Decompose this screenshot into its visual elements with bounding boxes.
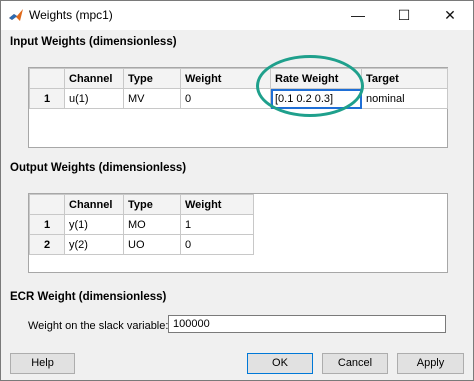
corner-cell bbox=[29, 68, 65, 89]
type-cell: MO bbox=[123, 214, 181, 235]
channel-cell: u(1) bbox=[64, 88, 124, 109]
target-cell[interactable]: nominal bbox=[361, 88, 448, 109]
column-header-weight[interactable]: Weight bbox=[180, 68, 271, 89]
maximize-icon[interactable]: ☐ bbox=[381, 1, 427, 30]
input-weights-title: Input Weights (dimensionless) bbox=[10, 36, 177, 48]
weight-cell[interactable]: 1 bbox=[180, 214, 254, 235]
row-header: 1 bbox=[29, 88, 65, 109]
weight-cell[interactable]: 0 bbox=[180, 88, 271, 109]
help-button[interactable]: Help bbox=[10, 353, 75, 374]
title-bar: Weights (mpc1) — ☐ ✕ bbox=[1, 1, 473, 30]
column-header-target[interactable]: Target bbox=[361, 68, 448, 89]
close-icon[interactable]: ✕ bbox=[427, 1, 473, 30]
corner-cell bbox=[29, 194, 65, 215]
table-row: 1 y(1) MO 1 bbox=[29, 214, 254, 235]
matlab-icon bbox=[9, 9, 23, 21]
input-weights-table: Channel Type Weight Rate Weight Target 1… bbox=[28, 67, 448, 148]
column-header-channel[interactable]: Channel bbox=[64, 68, 124, 89]
window-title: Weights (mpc1) bbox=[29, 8, 113, 22]
row-header: 1 bbox=[29, 214, 65, 235]
slack-weight-input[interactable] bbox=[168, 315, 446, 333]
ecr-weight-title: ECR Weight (dimensionless) bbox=[10, 291, 167, 303]
apply-button[interactable]: Apply bbox=[397, 353, 464, 374]
column-header-weight[interactable]: Weight bbox=[180, 194, 254, 215]
minimize-icon[interactable]: — bbox=[335, 1, 381, 30]
column-header-type[interactable]: Type bbox=[123, 68, 181, 89]
rate-weight-cell[interactable]: [0.1 0.2 0.3] bbox=[270, 88, 362, 109]
type-cell: MV bbox=[123, 88, 181, 109]
ok-button[interactable]: OK bbox=[247, 353, 313, 374]
table-row: 2 y(2) UO 0 bbox=[29, 234, 254, 255]
row-header: 2 bbox=[29, 234, 65, 255]
slack-weight-label: Weight on the slack variable: bbox=[28, 320, 169, 332]
weight-cell[interactable]: 0 bbox=[180, 234, 254, 255]
weights-dialog: Weights (mpc1) — ☐ ✕ Input Weights (dime… bbox=[0, 0, 474, 381]
output-weights-table: Channel Type Weight 1 y(1) MO 1 2 y(2) U… bbox=[28, 193, 448, 273]
column-header-rate-weight[interactable]: Rate Weight bbox=[270, 68, 362, 89]
table-row: 1 u(1) MV 0 [0.1 0.2 0.3] nominal bbox=[29, 88, 448, 109]
channel-cell: y(1) bbox=[64, 214, 124, 235]
channel-cell: y(2) bbox=[64, 234, 124, 255]
column-header-channel[interactable]: Channel bbox=[64, 194, 124, 215]
column-header-type[interactable]: Type bbox=[123, 194, 181, 215]
output-weights-title: Output Weights (dimensionless) bbox=[10, 162, 187, 174]
type-cell: UO bbox=[123, 234, 181, 255]
cancel-button[interactable]: Cancel bbox=[322, 353, 388, 374]
